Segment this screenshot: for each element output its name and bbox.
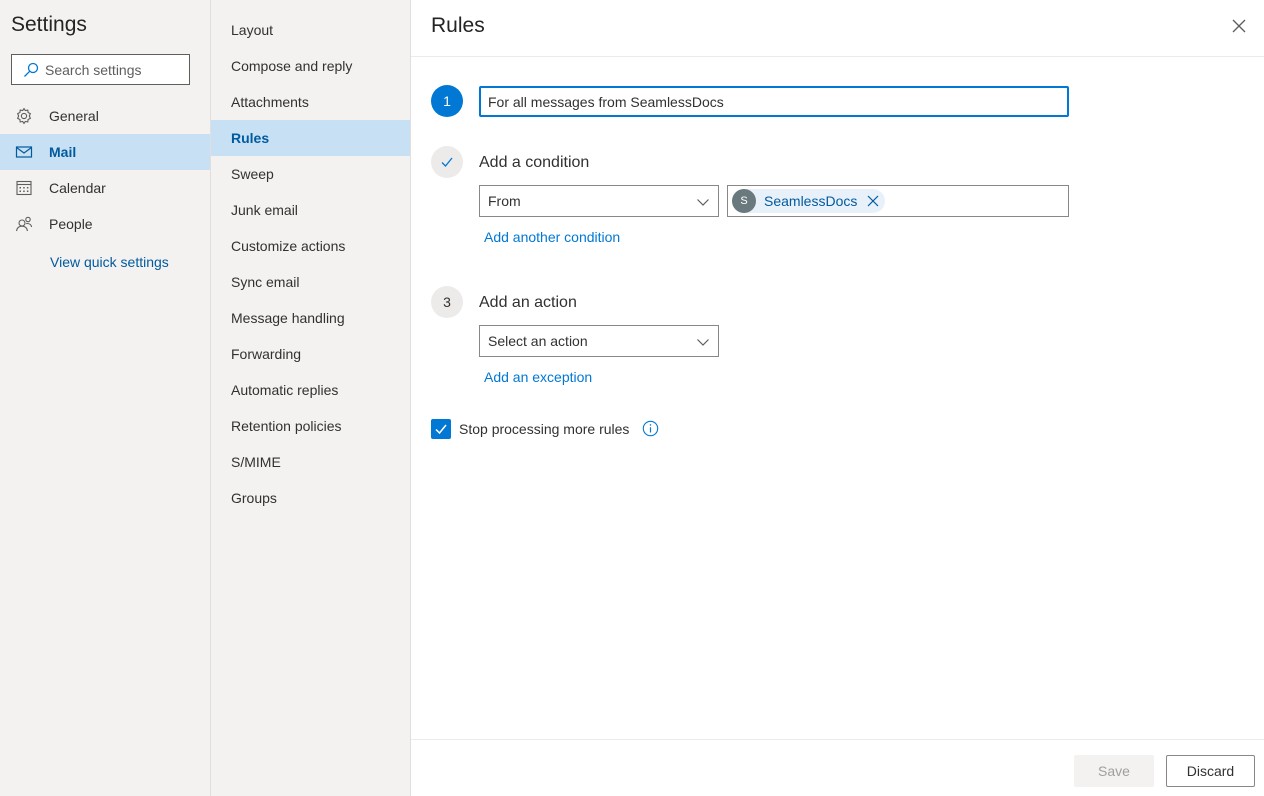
- subnav-item-sync-email[interactable]: Sync email: [211, 264, 410, 300]
- subnav-item-junk-email[interactable]: Junk email: [211, 192, 410, 228]
- condition-dropdown-value: From: [488, 193, 521, 209]
- search-icon: [24, 62, 39, 77]
- mail-icon: [15, 146, 33, 158]
- discard-button[interactable]: Discard: [1166, 755, 1255, 787]
- rule-editor-panel: Rules 1 Add a condition From S SeamlessD…: [411, 0, 1264, 796]
- footer-divider: [411, 739, 1264, 740]
- action-dropdown-placeholder: Select an action: [488, 333, 588, 349]
- add-condition-heading: Add a condition: [479, 154, 590, 171]
- page-title: Rules: [431, 14, 485, 37]
- subnav-item-layout[interactable]: Layout: [211, 12, 410, 48]
- add-exception-link[interactable]: Add an exception: [484, 369, 592, 385]
- subnav-item-automatic-replies[interactable]: Automatic replies: [211, 372, 410, 408]
- close-icon[interactable]: [1229, 16, 1249, 36]
- subnav-item-smime[interactable]: S/MIME: [211, 444, 410, 480]
- recipient-chip[interactable]: S SeamlessDocs: [732, 189, 886, 213]
- step-1-badge: 1: [431, 85, 463, 117]
- remove-recipient-icon[interactable]: [867, 195, 879, 207]
- step-3-badge: 3: [431, 286, 463, 318]
- subnav-item-groups[interactable]: Groups: [211, 480, 410, 516]
- search-input[interactable]: [45, 61, 185, 78]
- stop-processing-checkbox[interactable]: [431, 419, 451, 439]
- add-another-condition-link[interactable]: Add another condition: [484, 229, 620, 245]
- nav-item-people[interactable]: People: [0, 206, 210, 242]
- info-icon[interactable]: [642, 420, 659, 437]
- subnav-item-sweep[interactable]: Sweep: [211, 156, 410, 192]
- nav-item-label: People: [49, 216, 93, 232]
- from-people-picker[interactable]: S SeamlessDocs: [727, 185, 1069, 217]
- stop-processing-label: Stop processing more rules: [459, 421, 630, 437]
- subnav-item-attachments[interactable]: Attachments: [211, 84, 410, 120]
- chevron-down-icon: [697, 339, 709, 346]
- nav-item-mail[interactable]: Mail: [0, 134, 210, 170]
- settings-title: Settings: [11, 13, 87, 36]
- condition-dropdown[interactable]: From: [479, 185, 719, 217]
- settings-nav: Settings General Mail Calendar: [0, 0, 211, 796]
- step-2-badge: [431, 146, 463, 178]
- avatar: S: [732, 189, 756, 213]
- nav-item-label: General: [49, 108, 99, 124]
- recipient-name: SeamlessDocs: [764, 193, 858, 209]
- nav-item-calendar[interactable]: Calendar: [0, 170, 210, 206]
- mail-settings-nav: Layout Compose and reply Attachments Rul…: [211, 0, 411, 796]
- search-box[interactable]: [11, 54, 190, 85]
- calendar-icon: [16, 180, 32, 196]
- checkmark-icon: [441, 157, 453, 167]
- people-icon: [15, 216, 33, 232]
- checkmark-icon: [435, 424, 447, 435]
- action-dropdown[interactable]: Select an action: [479, 325, 719, 357]
- subnav-item-rules[interactable]: Rules: [211, 120, 410, 156]
- rule-name-input[interactable]: [479, 86, 1069, 117]
- nav-item-label: Calendar: [49, 180, 106, 196]
- nav-item-label: Mail: [49, 144, 77, 160]
- view-quick-settings-link[interactable]: View quick settings: [50, 254, 169, 270]
- subnav-item-message-handling[interactable]: Message handling: [211, 300, 410, 336]
- subnav-item-retention-policies[interactable]: Retention policies: [211, 408, 410, 444]
- save-button[interactable]: Save: [1074, 755, 1154, 787]
- nav-item-general[interactable]: General: [0, 98, 210, 134]
- add-action-heading: Add an action: [479, 294, 577, 311]
- chevron-down-icon: [697, 199, 709, 206]
- subnav-item-forwarding[interactable]: Forwarding: [211, 336, 410, 372]
- subnav-item-customize-actions[interactable]: Customize actions: [211, 228, 410, 264]
- subnav-item-compose-and-reply[interactable]: Compose and reply: [211, 48, 410, 84]
- gear-icon: [17, 107, 31, 125]
- header-divider: [411, 56, 1264, 57]
